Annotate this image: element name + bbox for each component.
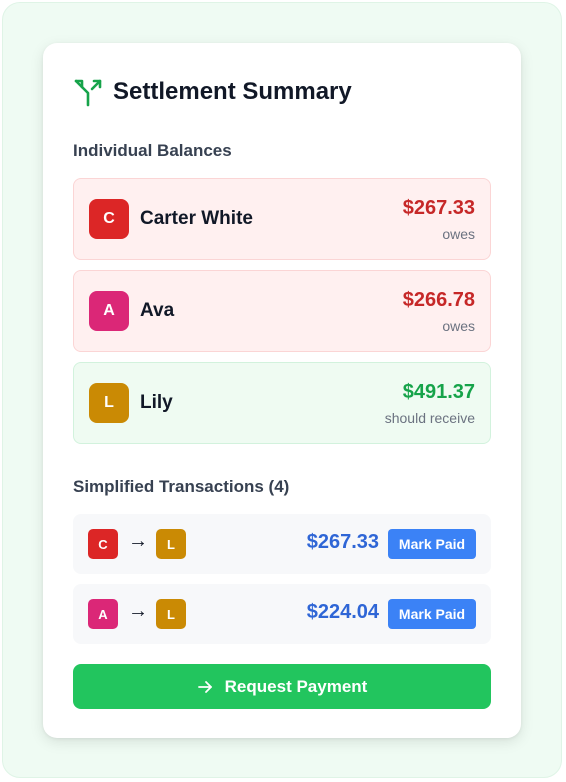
transactions-heading: Simplified Transactions (4) xyxy=(73,477,290,496)
balance-status: owes xyxy=(442,318,475,334)
transaction-amount: $267.33 xyxy=(306,531,379,553)
balances-heading: Individual Balances xyxy=(73,141,232,160)
payee-avatar: L xyxy=(156,529,186,559)
balance-row-lily: L Lily $491.37 should receive xyxy=(73,362,491,444)
arrow-right-icon xyxy=(197,679,213,695)
avatar: L xyxy=(89,383,129,423)
transfer-arrow-icon: → xyxy=(128,530,148,552)
payer-avatar: C xyxy=(88,529,118,559)
avatar: C xyxy=(89,199,129,239)
card-header: Settlement Summary xyxy=(73,76,352,108)
avatar: A xyxy=(89,291,129,331)
page-title: Settlement Summary xyxy=(113,78,352,105)
balance-row-ava: A Ava $266.78 owes xyxy=(73,270,491,352)
settlement-card: Settlement Summary Individual Balances C… xyxy=(43,43,521,738)
request-payment-label: Request Payment xyxy=(224,676,368,696)
split-icon xyxy=(74,79,102,107)
payee-avatar: L xyxy=(156,599,186,629)
request-payment-button[interactable]: Request Payment xyxy=(73,664,491,709)
balance-row-carter: C Carter White $267.33 owes xyxy=(73,178,491,260)
mark-paid-button[interactable]: Mark Paid xyxy=(388,599,476,629)
transfer-arrow-icon: → xyxy=(128,600,148,622)
member-name: Carter White xyxy=(140,208,253,229)
mark-paid-button[interactable]: Mark Paid xyxy=(388,529,476,559)
member-name: Lily xyxy=(140,392,173,413)
transaction-row: A → L $224.04 Mark Paid xyxy=(73,584,491,644)
balance-amount: $266.78 xyxy=(402,289,475,311)
member-name: Ava xyxy=(140,300,175,321)
payer-avatar: A xyxy=(88,599,118,629)
balance-status: should receive xyxy=(384,410,475,426)
transaction-amount: $224.04 xyxy=(306,601,379,623)
transaction-row: C → L $267.33 Mark Paid xyxy=(73,514,491,574)
balance-status: owes xyxy=(442,226,475,242)
balance-amount: $491.37 xyxy=(402,381,475,403)
balance-amount: $267.33 xyxy=(402,197,475,219)
